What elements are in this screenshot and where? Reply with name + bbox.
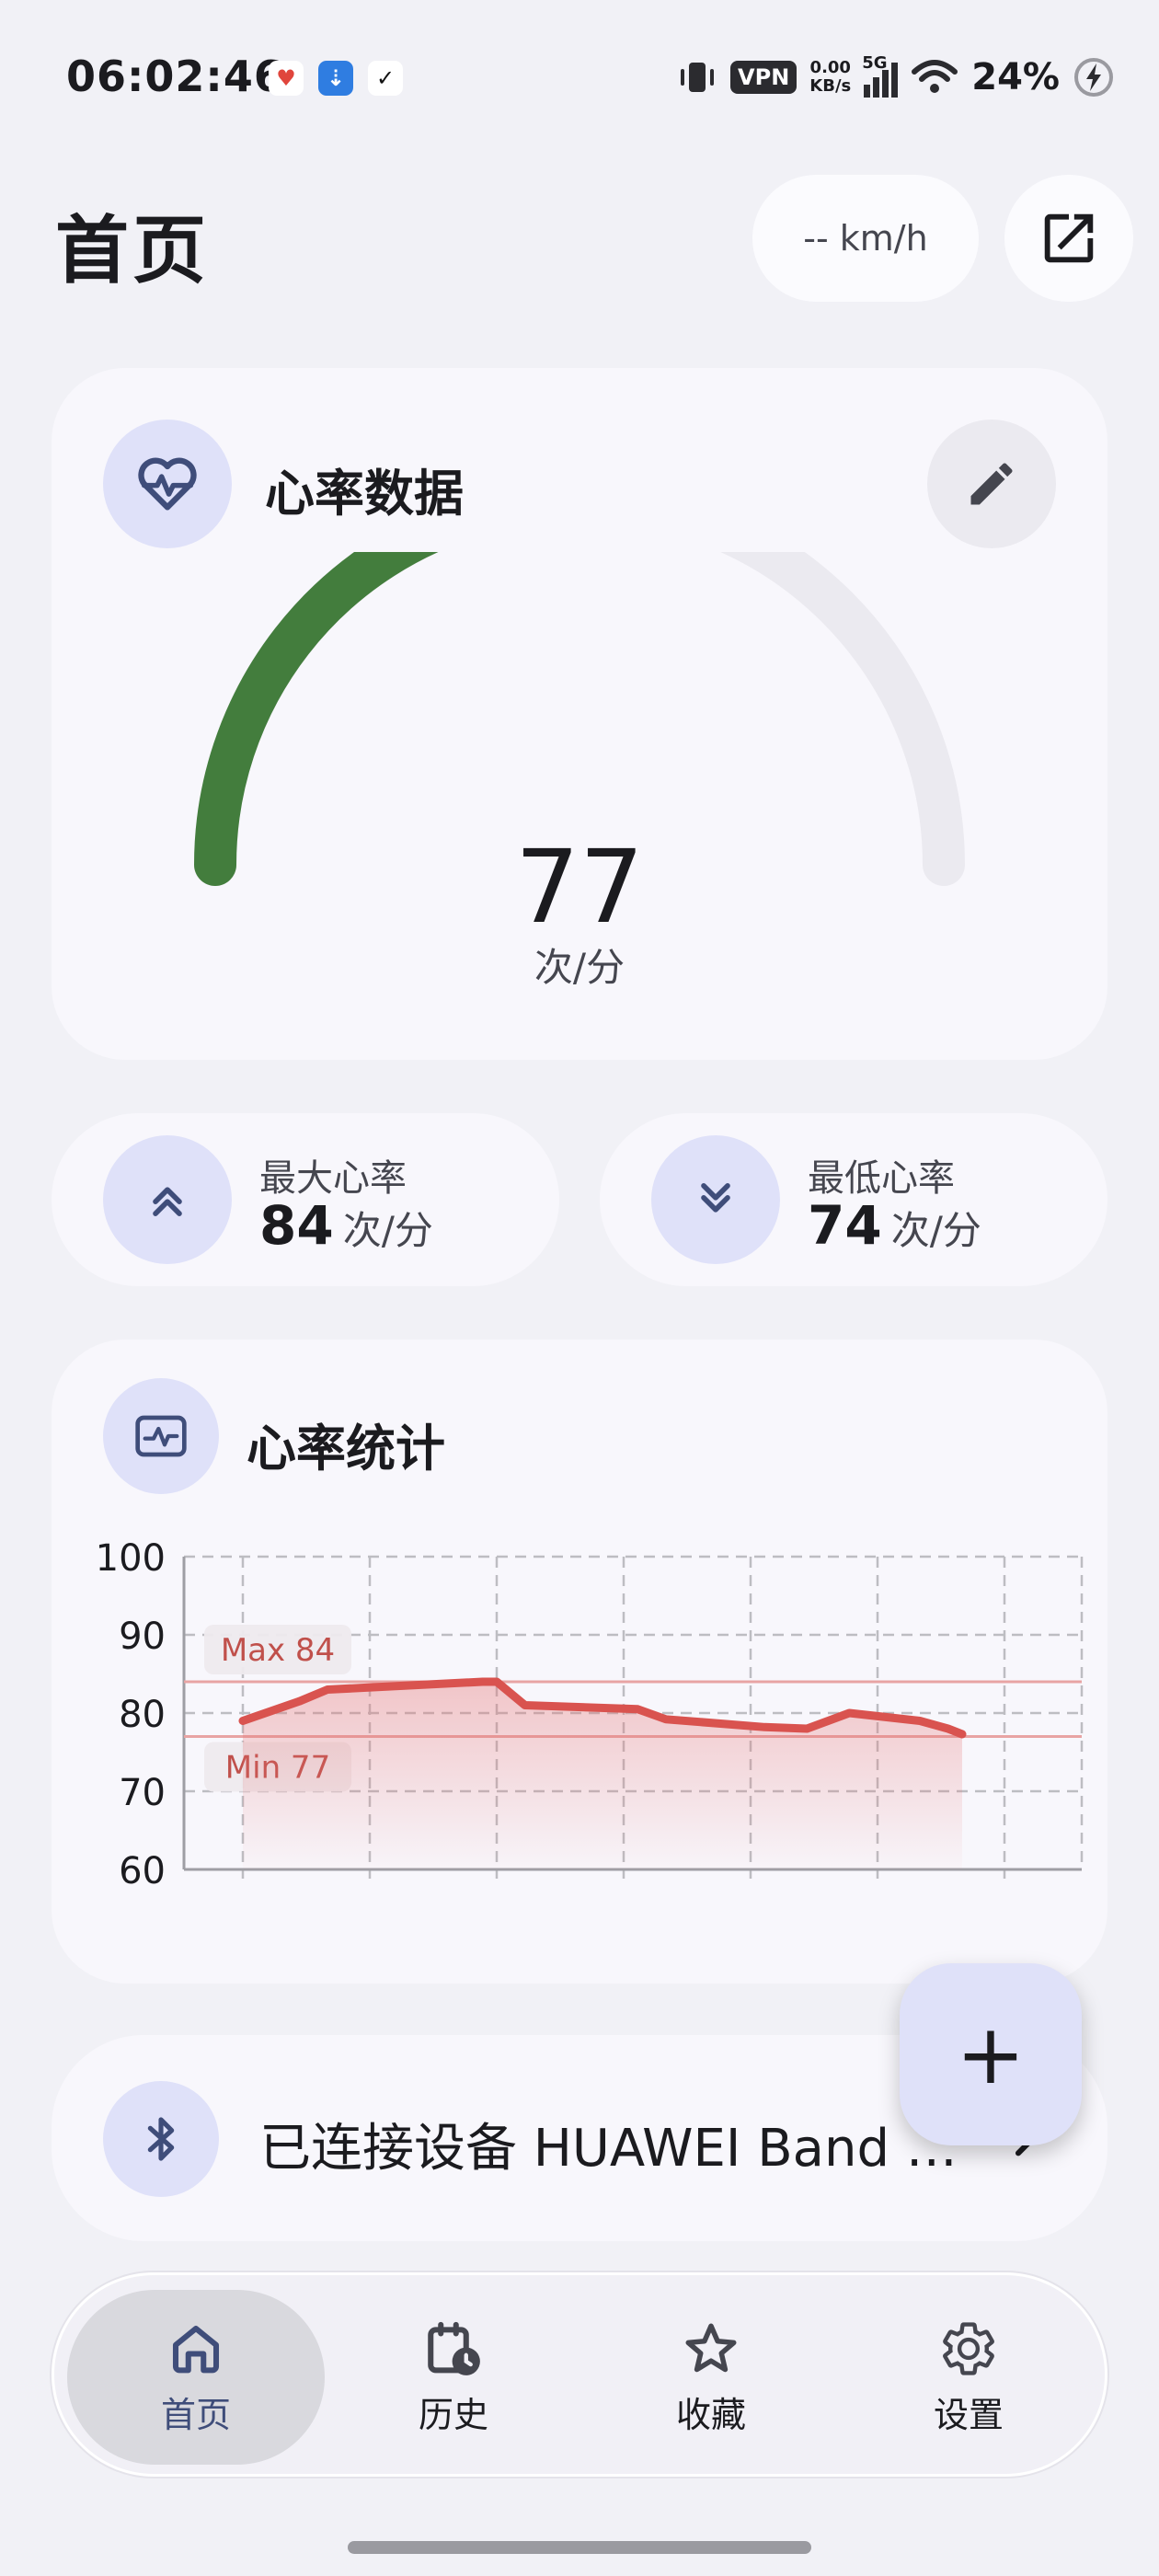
- history-calendar-icon: [428, 2321, 480, 2375]
- vee-app-icon: ✓: [368, 61, 403, 96]
- signal-icon: 5G: [862, 53, 899, 98]
- speed-label: -- km/h: [803, 218, 928, 259]
- double-chevron-down-icon: [651, 1135, 780, 1264]
- chart-reference-label: Max 84: [221, 1632, 335, 1669]
- usb-icon: ⇣: [318, 61, 353, 96]
- chart-y-tick-label: 70: [119, 1772, 166, 1814]
- status-bar: 06:02:46 ♥ ⇣ ✓ VPN 0.00 KB/s 5G 24%: [0, 0, 1159, 156]
- gauge-fill: [194, 552, 439, 886]
- bpm-value: 77: [515, 828, 644, 946]
- double-chevron-up-icon: [103, 1135, 232, 1264]
- nav-label-settings: 设置: [933, 2394, 1004, 2435]
- nav-item-history[interactable]: 历史: [325, 2290, 582, 2465]
- bluetooth-icon: [103, 2081, 219, 2197]
- min-heart-rate-card: 最低心率 74 次/分: [600, 1113, 1107, 1286]
- chart-y-tick-label: 100: [96, 1537, 166, 1580]
- heart-card-title: 心率数据: [265, 465, 464, 523]
- monitoring-icon: [103, 1378, 219, 1494]
- chart-y-tick-label: 90: [119, 1616, 166, 1658]
- nav-label-history: 历史: [418, 2394, 488, 2435]
- nav-item-favorites[interactable]: 收藏: [582, 2290, 840, 2465]
- battery-percent: 24%: [971, 56, 1060, 98]
- pencil-icon: [970, 463, 1013, 505]
- heart-notification-icon: ♥: [269, 61, 304, 96]
- vibrate-icon: [681, 63, 715, 92]
- stats-card-title: 心率统计: [247, 1420, 445, 1478]
- max-heart-rate-value: 84 次/分: [259, 1194, 433, 1257]
- heart-pulse-icon: [103, 420, 232, 548]
- status-time: 06:02:46: [66, 52, 284, 101]
- speed-button[interactable]: -- km/h: [752, 175, 979, 302]
- nav-item-home[interactable]: 首页: [67, 2290, 325, 2465]
- edit-button[interactable]: [927, 420, 1056, 548]
- max-heart-rate-card: 最大心率 84 次/分: [52, 1113, 559, 1286]
- heart-rate-stats-card: 心率统计 Max 84Min 77 1009080706001:1001:190…: [52, 1340, 1107, 1984]
- bpm-unit: 次/分: [534, 945, 625, 990]
- open-in-new-icon: [1044, 213, 1094, 263]
- nav-label-home: 首页: [160, 2394, 231, 2435]
- min-heart-rate-value: 74 次/分: [808, 1194, 981, 1257]
- status-indicators: VPN 0.00 KB/s 5G 24%: [677, 52, 1115, 103]
- star-icon: [685, 2323, 737, 2372]
- net-speed: 0.00 KB/s: [809, 58, 852, 96]
- home-icon: [172, 2325, 220, 2373]
- open-external-button[interactable]: [1004, 175, 1133, 302]
- wifi-icon: [912, 60, 958, 93]
- nav-label-favorites: 收藏: [675, 2394, 746, 2435]
- nav-item-settings[interactable]: 设置: [840, 2290, 1097, 2465]
- chart-y-tick-label: 60: [119, 1850, 166, 1888]
- bottom-navigation: 首页 历史 收藏 设置: [52, 2272, 1107, 2477]
- charging-battery-icon: [1074, 58, 1113, 97]
- add-button[interactable]: +: [900, 1963, 1082, 2145]
- home-indicator[interactable]: [348, 2541, 811, 2554]
- gear-icon: [943, 2321, 994, 2375]
- chart-y-tick-label: 80: [119, 1694, 166, 1736]
- heart-rate-line-chart: Max 84Min 77 1009080706001:1001:1901:280…: [96, 1537, 1084, 1888]
- heart-rate-card: 心率数据 77 次/分: [52, 368, 1107, 1060]
- vpn-badge: VPN: [730, 61, 798, 94]
- connected-device-label: 已连接设备 HUAWEI Band 9-9C2: [259, 2119, 958, 2179]
- page-title: 首页: [55, 208, 210, 293]
